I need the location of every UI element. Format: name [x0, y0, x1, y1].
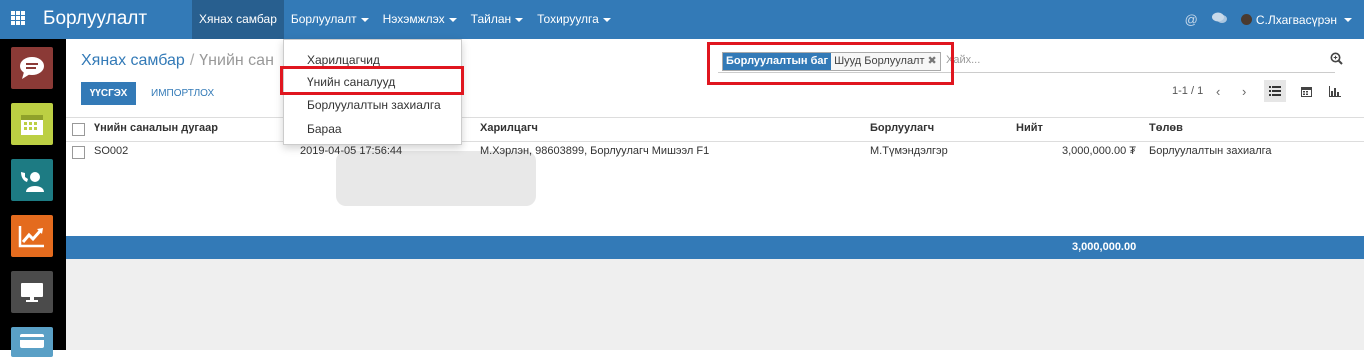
list-view-icon[interactable]: [1264, 80, 1286, 102]
pager-previous-icon[interactable]: ‹: [1216, 84, 1220, 99]
user-name[interactable]: С.Лхагвасүрэн: [1256, 13, 1337, 27]
row-status: Борлуулалтын захиалга: [1149, 145, 1272, 157]
app-dock: [0, 39, 66, 357]
menu-reports-label: Тайлан: [470, 12, 512, 26]
menu-configuration[interactable]: Тохируулга: [530, 0, 618, 39]
caret-down-icon: [360, 17, 369, 22]
row-checkbox[interactable]: [72, 146, 85, 159]
row-date: 2019-04-05 17:56:44: [300, 145, 403, 157]
menu-dashboard-label: Хянах самбар: [199, 12, 277, 26]
top-navbar: Борлуулалт Хянах самбар Борлуулалт Нэхэм…: [0, 0, 1364, 39]
dropdown-item-customers[interactable]: Харилцагчид: [307, 53, 380, 67]
row-salesperson: М.Түмэндэлгэр: [870, 145, 948, 157]
empty-list-area: [66, 259, 1364, 350]
pager-value[interactable]: 1-1 / 1: [1172, 85, 1203, 97]
dropdown-item-sales-orders[interactable]: Борлуулалтын захиалга: [307, 98, 441, 112]
menu-reports[interactable]: Тайлан: [464, 0, 530, 39]
breadcrumb-separator: /: [189, 52, 195, 69]
monitor-icon[interactable]: [11, 271, 53, 313]
search-icon[interactable]: [1330, 52, 1343, 65]
at-icon[interactable]: @: [1185, 12, 1198, 27]
table-footer: 3,000,000.00: [66, 236, 1364, 259]
import-button[interactable]: ИМПОРТЛОХ: [151, 82, 214, 105]
calendar-view-icon[interactable]: [1295, 80, 1317, 102]
column-header-status[interactable]: Төлөв: [1149, 122, 1183, 134]
breadcrumb: Хянах самбар / Үнийн сан: [81, 52, 274, 70]
table-header: Үнийн саналын дугаар Харилцагч Борлуулаг…: [66, 117, 1364, 142]
menu-invoicing[interactable]: Нэхэмжлэх: [376, 0, 464, 39]
main-menu: Хянах самбар Борлуулалт Нэхэмжлэх Тайлан…: [192, 0, 618, 39]
search-facet-highlight: [707, 42, 954, 85]
column-header-number[interactable]: Үнийн саналын дугаар: [94, 122, 218, 134]
breadcrumb-current: Үнийн сан: [199, 52, 274, 69]
user-avatar[interactable]: [1240, 14, 1252, 25]
menu-sales-label: Борлуулалт: [290, 12, 357, 26]
menu-dashboard[interactable]: Хянах самбар: [192, 0, 284, 39]
caret-down-icon[interactable]: [1344, 17, 1352, 22]
graph-view-icon[interactable]: [1324, 80, 1346, 102]
footer-total: 3,000,000.00: [1072, 241, 1137, 253]
column-header-partner[interactable]: Харилцагч: [480, 122, 538, 134]
card-icon[interactable]: [11, 327, 53, 357]
dropdown-item-products[interactable]: Бараа: [307, 122, 342, 136]
caret-down-icon: [602, 17, 611, 22]
row-number: SO002: [94, 145, 129, 157]
table-row[interactable]: SO002 2019-04-05 17:56:44 М.Хэрлэн, 9860…: [66, 141, 1364, 163]
create-button[interactable]: ҮҮСГЭХ: [81, 82, 136, 105]
column-header-total[interactable]: Нийт: [1016, 122, 1043, 134]
row-total: 3,000,000.00 ₮: [1062, 145, 1137, 157]
select-all-checkbox[interactable]: [72, 123, 85, 136]
column-header-salesperson[interactable]: Борлуулагч: [870, 122, 934, 134]
chat-bubble-icon[interactable]: [11, 47, 53, 89]
main-content: Хянах самбар / Үнийн сан ҮҮСГЭХ ИМПОРТЛОХ …: [66, 39, 1364, 350]
menu-configuration-label: Тохируулга: [537, 12, 599, 26]
calendar-icon[interactable]: [11, 103, 53, 145]
breadcrumb-parent[interactable]: Хянах самбар: [81, 52, 185, 69]
navbar-right: @ С.Лхагвасүрэн: [1185, 0, 1364, 39]
apps-grid-icon[interactable]: [0, 0, 36, 39]
phone-contact-icon[interactable]: [11, 159, 53, 201]
quotations-highlight: [280, 66, 464, 95]
menu-sales[interactable]: Борлуулалт: [284, 0, 376, 39]
caret-down-icon: [515, 17, 524, 22]
caret-down-icon: [448, 17, 457, 22]
pager-next-icon[interactable]: ›: [1242, 84, 1246, 99]
menu-invoicing-label: Нэхэмжлэх: [382, 12, 445, 26]
trend-chart-icon[interactable]: [11, 215, 53, 257]
chat-icon[interactable]: [1211, 12, 1227, 27]
row-partner: М.Хэрлэн, 98603899, Борлуулагч Мишээл F1: [480, 145, 710, 157]
app-title: Борлуулалт: [43, 8, 148, 29]
